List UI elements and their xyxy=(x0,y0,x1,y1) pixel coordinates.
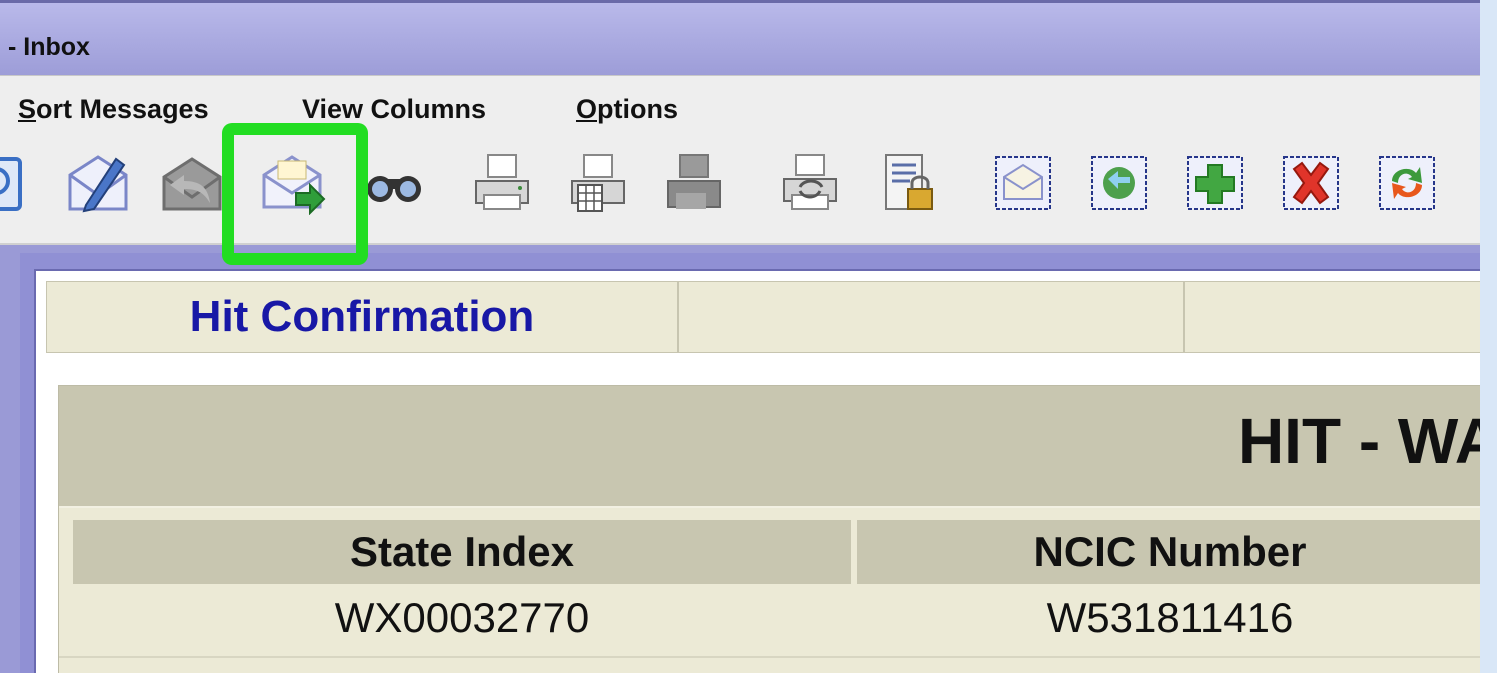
mailbox-refresh-icon xyxy=(1379,156,1435,210)
search-message-icon xyxy=(0,157,22,211)
print-table-icon xyxy=(571,154,625,212)
menu-sort-messages[interactable]: Sort Messages xyxy=(18,94,209,125)
forward-message-icon xyxy=(262,155,326,215)
banner-title: HIT - WA xyxy=(1237,405,1480,477)
menu-view-columns[interactable]: View Columns xyxy=(302,94,486,125)
tab-empty-1[interactable] xyxy=(679,282,1185,352)
mailbox-sync-icon xyxy=(1091,156,1147,210)
mailbox-delete-icon xyxy=(1283,156,1339,210)
search-message-button[interactable] xyxy=(0,151,30,215)
find-binoculars-icon xyxy=(367,176,421,202)
column-header-ncic-number-label: NCIC Number xyxy=(1033,528,1307,575)
panel-divider xyxy=(59,656,1480,658)
forward-message-button[interactable] xyxy=(262,151,326,215)
compose-message-button[interactable] xyxy=(66,151,130,215)
reply-message-icon xyxy=(162,157,222,211)
tab-empty-2[interactable] xyxy=(1185,282,1480,352)
print-table-button[interactable] xyxy=(566,151,630,215)
document-lock-icon xyxy=(885,154,933,210)
window-title: - Inbox xyxy=(8,33,90,61)
menu-options[interactable]: Options xyxy=(576,94,678,125)
print-disabled-button[interactable] xyxy=(662,151,726,215)
column-header-state-index-label: State Index xyxy=(349,528,575,575)
mailbox-envelope-icon xyxy=(995,156,1051,210)
print-icon xyxy=(475,154,529,210)
state-index-value: WX00032770 xyxy=(73,586,851,650)
state-index-value-text: WX00032770 xyxy=(334,594,590,641)
ncic-number-value-text: W531811416 xyxy=(1046,594,1294,641)
print-refresh-icon xyxy=(783,154,837,210)
mailbox-refresh-button[interactable] xyxy=(1376,151,1440,215)
menu-bar: Sort Messages View Columns Options xyxy=(0,75,1480,138)
inbox-window: - Inbox Sort Messages View Columns Optio… xyxy=(0,0,1480,673)
column-header-state-index: State Index xyxy=(73,520,851,584)
print-disabled-icon xyxy=(667,154,721,209)
mailbox-add-icon xyxy=(1187,156,1243,210)
compose-message-icon xyxy=(68,155,128,213)
toolbar xyxy=(0,137,1480,245)
find-button[interactable] xyxy=(362,151,426,215)
print-refresh-button[interactable] xyxy=(778,151,842,215)
message-view: Hit Confirmation HIT - WA State Index NC… xyxy=(34,269,1480,673)
mailbox-envelope-button[interactable] xyxy=(992,151,1056,215)
mailbox-delete-button[interactable] xyxy=(1280,151,1344,215)
message-frame: Hit Confirmation HIT - WA State Index NC… xyxy=(20,253,1480,673)
ncic-number-value: W531811416 xyxy=(857,586,1480,650)
mailbox-add-button[interactable] xyxy=(1184,151,1248,215)
mailbox-sync-button[interactable] xyxy=(1088,151,1152,215)
reply-message-button[interactable] xyxy=(160,151,224,215)
tab-hit-confirmation[interactable]: Hit Confirmation xyxy=(47,282,679,352)
message-tab-row: Hit Confirmation xyxy=(46,281,1480,353)
print-button[interactable] xyxy=(470,151,534,215)
document-lock-button[interactable] xyxy=(876,151,940,215)
message-banner: HIT - WA xyxy=(59,386,1480,508)
tab-hit-confirmation-label: Hit Confirmation xyxy=(189,292,535,341)
column-header-ncic-number: NCIC Number xyxy=(857,520,1480,584)
title-bar[interactable]: - Inbox xyxy=(0,3,1480,75)
message-panel: HIT - WA State Index NCIC Number WX00032… xyxy=(58,385,1480,673)
